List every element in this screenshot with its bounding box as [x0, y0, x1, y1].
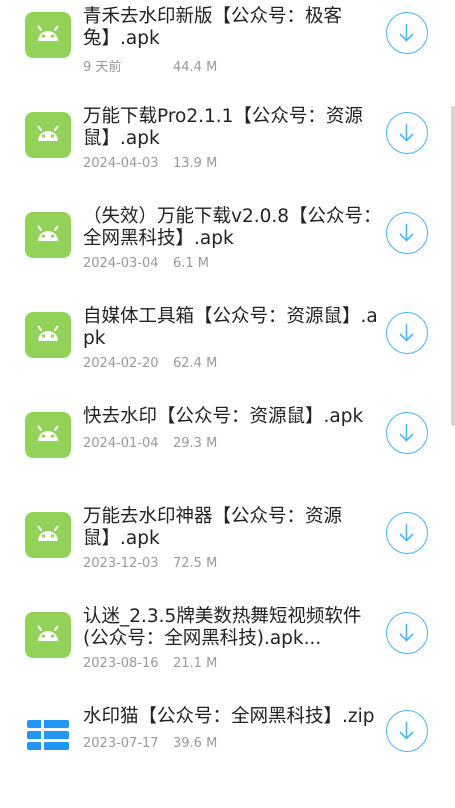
download-button[interactable]	[386, 312, 428, 354]
list-item[interactable]: 万能下载Pro2.1.1【公众号：资源鼠】.apk 2024-04-03 13.9…	[0, 100, 455, 200]
arrow-down-icon	[399, 524, 414, 542]
arrow-down-icon	[399, 224, 414, 242]
file-size: 72.5 M	[173, 556, 218, 571]
download-button[interactable]	[386, 512, 428, 554]
list-item[interactable]: （失效）万能下载v2.0.8【公众号：全网黑科技】.apk 2024-03-04…	[0, 200, 455, 300]
arrow-down-icon	[399, 324, 414, 342]
file-name: 青禾去水印新版【公众号：极客兔】.apk	[83, 6, 343, 49]
file-size: 29.3 M	[173, 436, 218, 451]
list-item[interactable]: 万能去水印神器【公众号：资源鼠】.apk 2023-12-03 72.5 M	[0, 500, 455, 600]
android-icon	[25, 312, 71, 358]
file-date: 2024-01-04	[83, 436, 159, 451]
file-date: 2023-07-17	[83, 736, 159, 751]
zip-archive-icon	[25, 712, 71, 758]
arrow-down-icon	[399, 124, 414, 142]
file-size: 62.4 M	[173, 356, 218, 371]
file-name: 万能下载Pro2.1.1【公众号：资源鼠】.apk	[83, 106, 363, 149]
file-name: （失效）万能下载v2.0.8【公众号：全网黑科技】.apk	[83, 206, 382, 249]
android-icon	[25, 12, 71, 58]
download-button[interactable]	[386, 12, 428, 54]
file-name: 水印猫【公众号：全网黑科技】.zip	[83, 706, 375, 727]
file-date: 9 天前	[83, 60, 122, 75]
download-button[interactable]	[386, 112, 428, 154]
file-name: 万能去水印神器【公众号：资源鼠】.apk	[83, 506, 343, 549]
file-size: 44.4 M	[173, 60, 218, 75]
file-size: 39.6 M	[173, 736, 218, 751]
arrow-down-icon	[399, 624, 414, 642]
arrow-down-icon	[399, 424, 414, 442]
download-button[interactable]	[386, 710, 428, 752]
file-name: 认迷_2.3.5牌美数热舞短视频软件(公众号：全网黑科技).apk...	[83, 606, 362, 649]
android-icon	[25, 112, 71, 158]
android-icon	[25, 512, 71, 558]
file-date: 2023-12-03	[83, 556, 159, 571]
file-date: 2023-08-16	[83, 656, 159, 671]
file-list: 青禾去水印新版【公众号：极客兔】.apk 9 天前 44.4 M 万能下载Pro2…	[0, 0, 455, 808]
download-button[interactable]	[386, 612, 428, 654]
android-icon	[25, 212, 71, 258]
scrollbar[interactable]	[451, 106, 455, 426]
file-size: 21.1 M	[173, 656, 218, 671]
file-size: 6.1 M	[173, 256, 210, 271]
arrow-down-icon	[399, 722, 414, 740]
arrow-down-icon	[399, 24, 414, 42]
file-date: 2024-04-03	[83, 156, 159, 171]
file-name: 自媒体工具箱【公众号：资源鼠】.apk	[83, 306, 378, 349]
list-item[interactable]: 快去水印【公众号：资源鼠】.apk 2024-01-04 29.3 M	[0, 400, 455, 500]
file-date: 2024-03-04	[83, 256, 159, 271]
list-item[interactable]: 自媒体工具箱【公众号：资源鼠】.apk 2024-02-20 62.4 M	[0, 300, 455, 400]
file-size: 13.9 M	[173, 156, 218, 171]
android-icon	[25, 612, 71, 658]
list-item[interactable]: 水印猫【公众号：全网黑科技】.zip 2023-07-17 39.6 M	[0, 700, 455, 800]
download-button[interactable]	[386, 412, 428, 454]
list-item[interactable]: 青禾去水印新版【公众号：极客兔】.apk 9 天前 44.4 M	[0, 0, 455, 100]
file-date: 2024-02-20	[83, 356, 159, 371]
list-item[interactable]: 认迷_2.3.5牌美数热舞短视频软件(公众号：全网黑科技).apk... 202…	[0, 600, 455, 700]
file-name: 快去水印【公众号：资源鼠】.apk	[83, 406, 364, 427]
download-button[interactable]	[386, 212, 428, 254]
android-icon	[25, 412, 71, 458]
